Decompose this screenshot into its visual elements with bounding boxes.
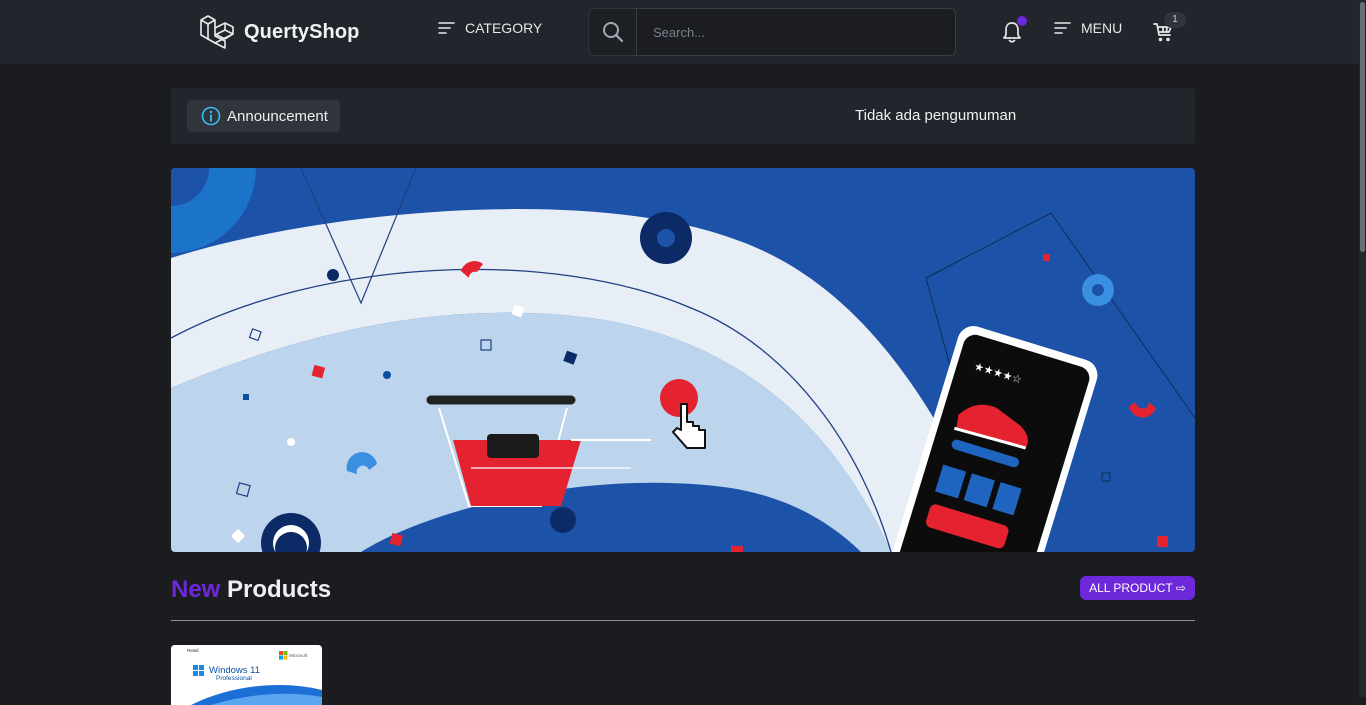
announcement-message: Tidak ada pengumuman	[855, 107, 1017, 124]
top-navbar: QuertyShop CATEGORY Search... MENU 1	[0, 0, 1366, 64]
page-scrollbar[interactable]	[1359, 0, 1366, 697]
brand-name: QuertyShop	[244, 20, 360, 43]
announcement-bar: Announcement Tidak ada pengumuman	[171, 88, 1195, 144]
announcement-label: Announcement	[227, 107, 328, 125]
product-card[interactable]: Retail Microsoft Windows 11 Professional	[171, 645, 322, 705]
hero-banner[interactable]: ★★★★☆	[171, 168, 1195, 552]
search-button[interactable]	[588, 8, 636, 56]
product-subtitle: Professional	[216, 675, 252, 682]
section-title: New Products	[171, 576, 331, 604]
hero-illustration: ★★★★☆	[171, 168, 1195, 552]
product-brand-label: Microsoft	[289, 653, 308, 658]
search-input[interactable]	[636, 8, 956, 56]
menu-label: MENU	[1081, 20, 1123, 36]
lines-icon	[438, 22, 455, 34]
section-title-main: Products	[227, 576, 332, 603]
announcement-chip: Announcement	[187, 100, 340, 132]
category-label: CATEGORY	[465, 20, 543, 36]
menu-lines-icon	[1054, 22, 1071, 34]
info-icon	[201, 106, 221, 126]
product-image: Retail Microsoft Windows 11 Professional	[171, 645, 322, 705]
product-corner-label: Retail	[187, 648, 199, 653]
all-product-button[interactable]: ALL PRODUCT ⇨	[1080, 576, 1195, 600]
category-button[interactable]: CATEGORY	[438, 20, 542, 36]
search-icon	[602, 22, 623, 43]
laravel-logo-icon	[200, 15, 234, 49]
notification-dot	[1017, 16, 1027, 26]
brand-link[interactable]: QuertyShop	[199, 14, 359, 50]
menu-button[interactable]: MENU	[1054, 20, 1122, 36]
search-bar	[588, 8, 956, 56]
cart-button[interactable]: 1	[1152, 12, 1186, 44]
scrollbar-thumb[interactable]	[1360, 2, 1365, 252]
notification-button[interactable]	[1001, 16, 1027, 44]
cart-count-badge: 1	[1164, 12, 1186, 28]
section-title-accent: New	[171, 576, 221, 603]
section-divider	[171, 620, 1195, 621]
